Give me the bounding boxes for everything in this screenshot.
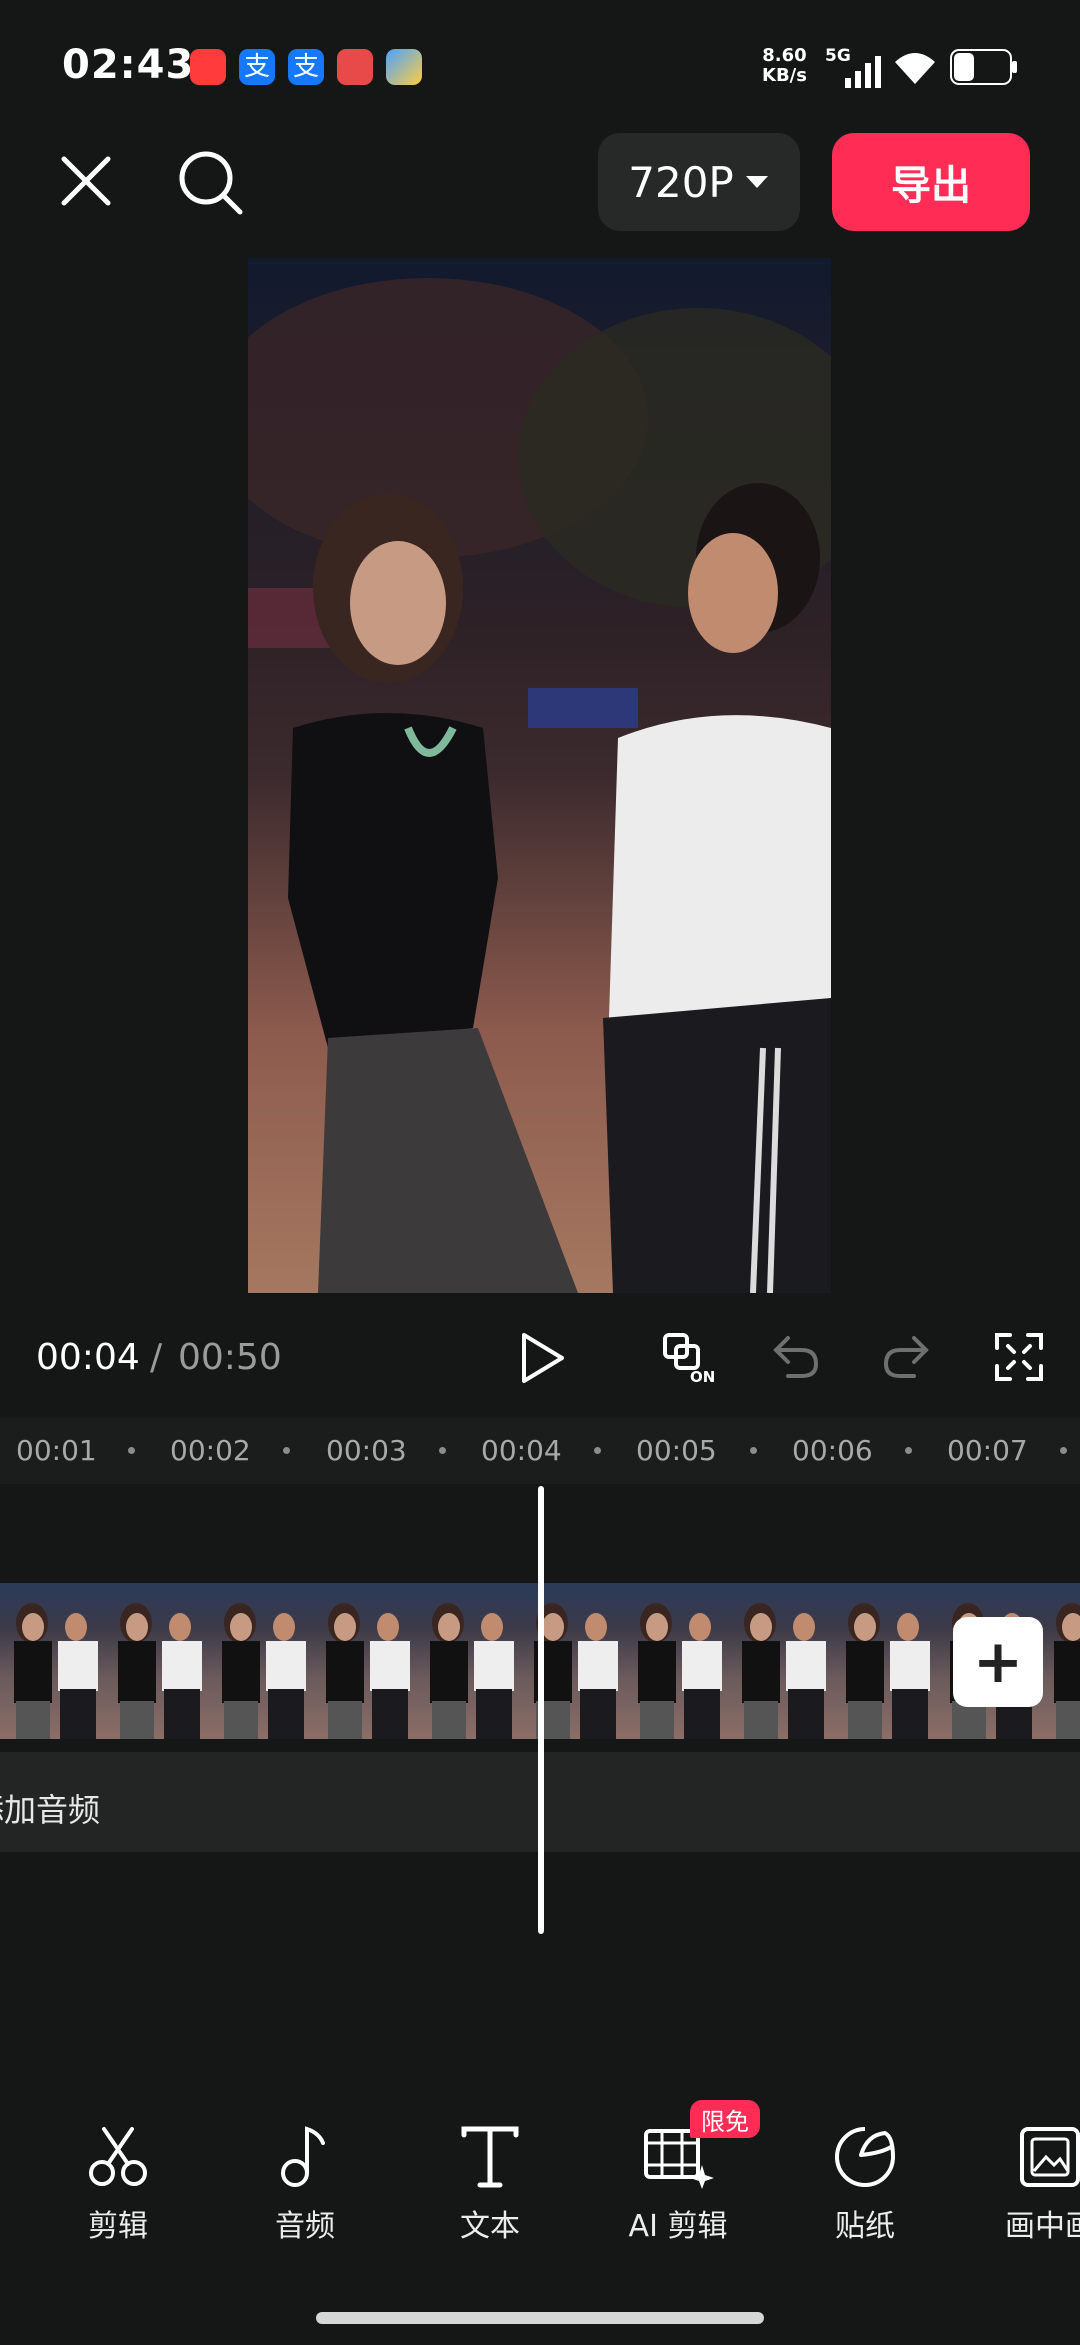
filmstrip-frame [520,1583,624,1739]
ruler-dot [283,1447,290,1454]
battery-icon [950,49,1017,85]
free-badge: 限免 [690,2100,760,2138]
picture-in-picture-icon [1020,2127,1080,2187]
tool-text[interactable]: 文本 [415,2125,565,2245]
filmstrip-frame [208,1583,312,1739]
redo-icon[interactable] [880,1332,932,1382]
alipay-icon: 支 [239,49,275,85]
filmstrip-frame [104,1583,208,1739]
wifi-icon [895,53,935,84]
tool-label: 剪辑 [88,2209,148,2244]
filmstrip-frame [416,1583,520,1739]
add-clip-button[interactable]: + [953,1617,1043,1707]
resolution-selector[interactable]: 720P [598,133,800,231]
play-icon[interactable] [518,1331,568,1385]
net-speed: 8.60 KB/s [762,46,807,86]
filmstrip-frame [728,1583,832,1739]
undo-icon[interactable] [770,1332,822,1382]
video-preview[interactable] [248,258,831,1293]
current-time: 00:04 [36,1337,140,1378]
ruler-tick: 00:03 [326,1434,407,1467]
filmstrip-frame [624,1583,728,1739]
xiaohongshu-icon [190,49,226,85]
net-speed-value: 8.60 [762,45,807,66]
weather-icon [386,49,422,85]
resolution-value: 720P [628,157,734,207]
tool-ai-edit[interactable]: AI 剪辑 [603,2125,753,2245]
ruler-dot [128,1447,135,1454]
tool-picture-in-picture[interactable]: 画中画 [975,2125,1080,2245]
playhead[interactable] [538,1486,544,1934]
tool-audio[interactable]: 音频 [230,2125,380,2245]
filmstrip-frame [832,1583,936,1739]
ruler-tick: 00:02 [170,1434,251,1467]
ruler-tick: 00:05 [636,1434,717,1467]
ruler-dot [1060,1447,1067,1454]
caret-down-icon [745,176,768,188]
time-separator: / [150,1337,163,1378]
total-time: 00:50 [178,1337,282,1378]
ruler-tick: 00:06 [792,1434,873,1467]
sticker-icon [835,2127,895,2187]
signal-icon [845,56,881,88]
tool-sticker[interactable]: 贴纸 [790,2125,940,2245]
tool-label: 文本 [460,2209,520,2244]
video-frame-image [248,258,831,1293]
tool-label: AI 剪辑 [628,2209,728,2244]
tool-label: 音频 [275,2209,335,2244]
net-speed-unit: KB/s [762,65,807,86]
ruler-dot [439,1447,446,1454]
music-note-icon [281,2126,325,2187]
ruler-dot [905,1447,912,1454]
search-icon[interactable] [178,150,244,216]
status-time: 02:43 [62,42,195,88]
ruler-dot [594,1447,601,1454]
ruler-tick: 00:07 [947,1434,1028,1467]
tool-label: 画中画 [1005,2209,1080,2244]
alipay-icon: 支 [288,49,324,85]
huawei-health-icon [337,49,373,85]
ruler-tick: 00:01 [16,1434,97,1467]
tool-cut[interactable]: 剪辑 [43,2125,193,2245]
fullscreen-icon[interactable] [994,1332,1044,1382]
home-indicator[interactable] [316,2312,764,2324]
add-audio-label[interactable]: 添加音频 [0,1785,100,1831]
text-icon [461,2126,519,2188]
close-icon[interactable] [60,155,112,207]
auto-sync-on-icon[interactable]: ON [662,1332,720,1384]
filmstrip-frame [1040,1583,1080,1739]
ruler-tick: 00:04 [481,1434,562,1467]
tool-label: 贴纸 [835,2209,895,2244]
scissors-icon [89,2127,147,2186]
svg-text:ON: ON [690,1368,715,1384]
filmstrip-frame [312,1583,416,1739]
export-button[interactable]: 导出 [832,133,1030,231]
filmstrip-frame [0,1583,104,1739]
ruler-dot [750,1447,757,1454]
